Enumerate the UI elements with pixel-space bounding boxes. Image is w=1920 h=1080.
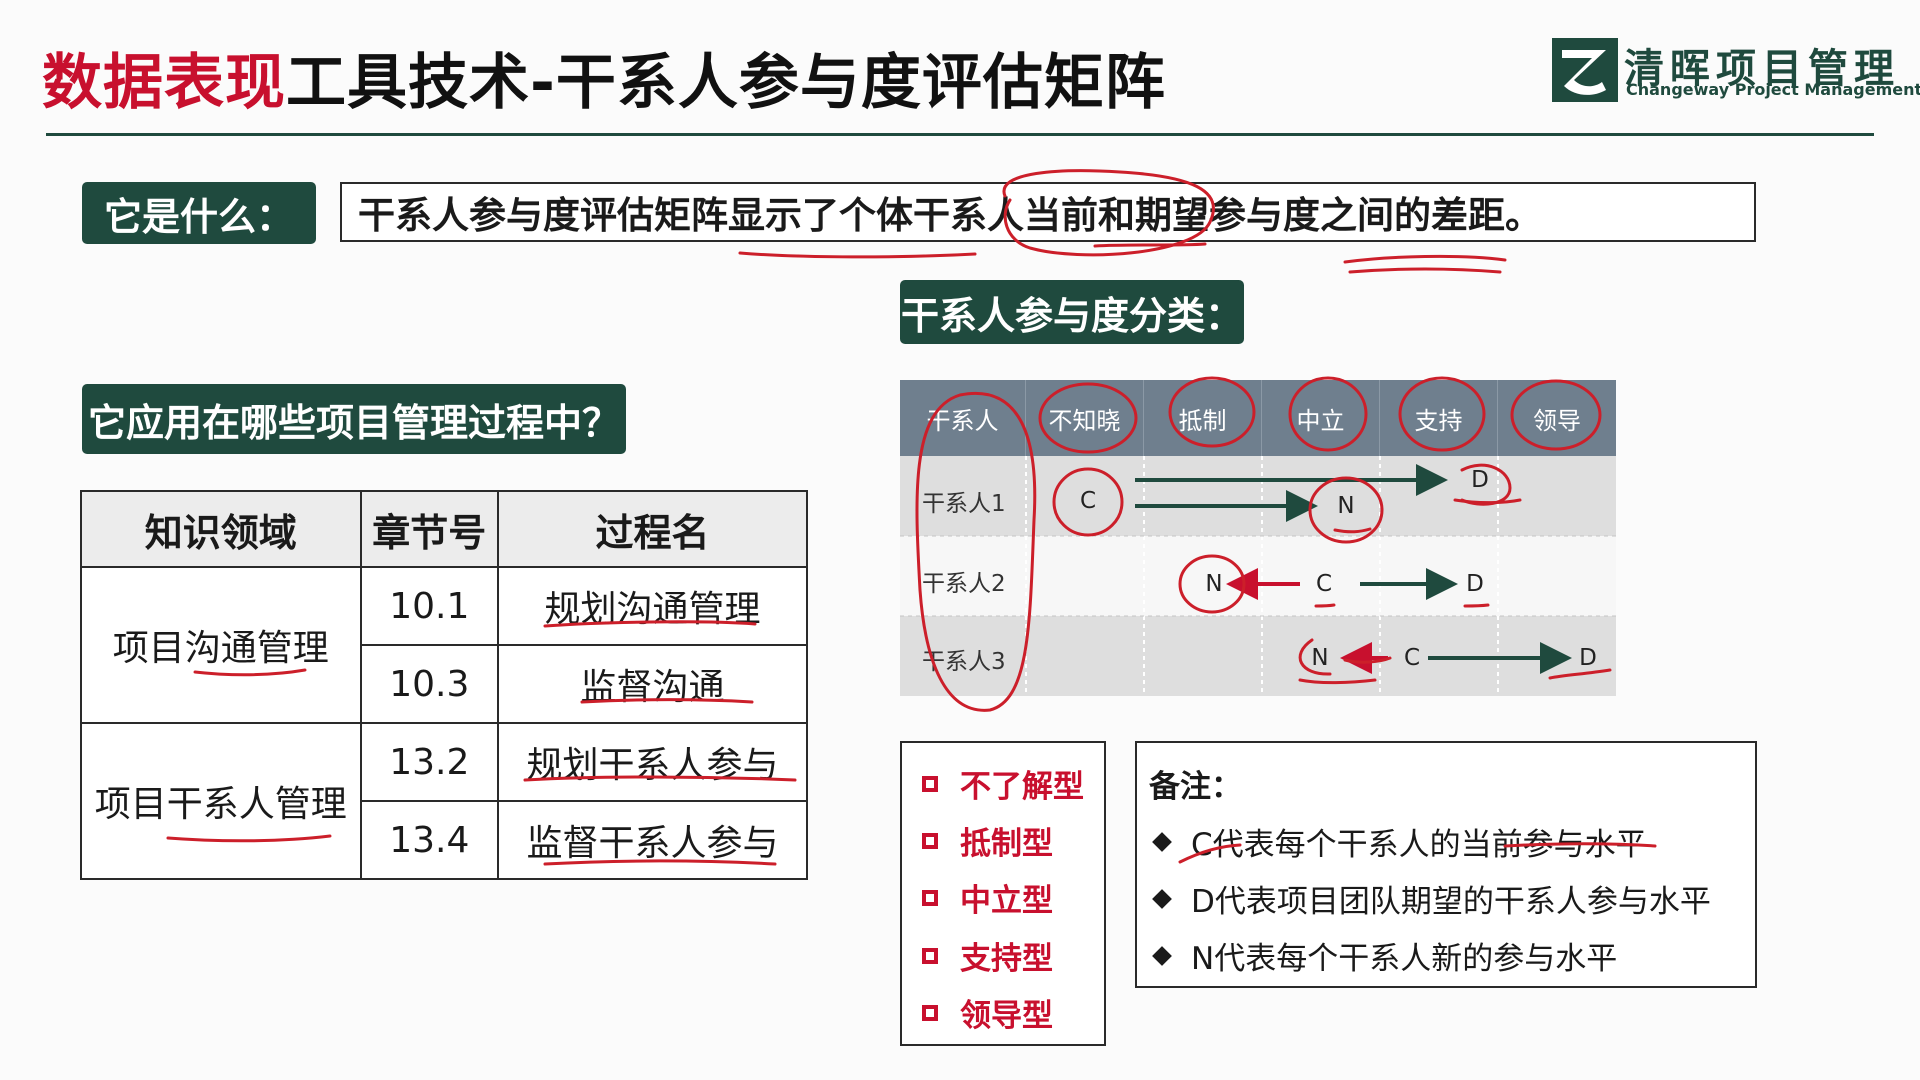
row1-desired-marker: D xyxy=(1471,467,1489,493)
diamond-bullet-icon xyxy=(1152,945,1172,966)
square-outline-icon xyxy=(922,889,938,906)
row1-current-marker: C xyxy=(1079,488,1097,514)
area-stakeholder: 项目干系人管理 xyxy=(80,722,362,880)
row3-new-marker: N xyxy=(1311,645,1329,671)
process-cell: 监督干系人参与 xyxy=(497,800,808,880)
table-row: 项目沟通管理 10.1 规划沟通管理 xyxy=(80,566,808,724)
square-outline-icon xyxy=(922,775,938,792)
header-process: 过程名 xyxy=(497,490,808,568)
square-outline-icon xyxy=(922,1004,938,1021)
square-outline-icon xyxy=(922,832,938,849)
table-header-row: 知识领域 章节号 过程名 xyxy=(80,490,808,568)
note-text: C代表每个干系人的当前参与水平 xyxy=(1191,827,1647,863)
process-table: 知识领域 章节号 过程名 项目沟通管理 10.1 规划沟通管理 10.3 监督沟… xyxy=(80,490,808,880)
notes-title: 备注： xyxy=(1149,769,1242,805)
engagement-matrix: 干系人 不知晓 抵制 中立 支持 领导 干系人1 干系人2 干系人3 C N D… xyxy=(900,380,1616,696)
type-label: 抵制型 xyxy=(960,826,1053,862)
note-text: N代表每个干系人新的参与水平 xyxy=(1191,941,1618,977)
what-label: 它是什么： xyxy=(82,182,316,244)
type-item: 抵制型 xyxy=(922,818,1053,863)
note-item: C代表每个干系人的当前参与水平 xyxy=(1151,819,1647,864)
type-label: 不了解型 xyxy=(960,769,1084,805)
type-item: 支持型 xyxy=(922,933,1053,978)
notes-box: 备注： C代表每个干系人的当前参与水平 D代表项目团队期望的干系人参与水平 N代… xyxy=(1135,741,1757,988)
apply-label: 它应用在哪些项目管理过程中？ xyxy=(82,384,626,454)
row2-desired-marker: D xyxy=(1466,571,1484,597)
type-label: 支持型 xyxy=(960,941,1053,977)
type-item: 不了解型 xyxy=(922,761,1084,806)
matrix-arrows xyxy=(1135,464,1572,674)
title-divider xyxy=(46,133,1874,136)
header-chapter: 章节号 xyxy=(359,490,500,568)
row3-desired-marker: D xyxy=(1579,645,1597,671)
square-outline-icon xyxy=(922,947,938,964)
row2-new-marker: N xyxy=(1205,571,1223,597)
row3-current-marker: C xyxy=(1403,645,1421,671)
chapter-cell: 10.1 xyxy=(359,566,500,646)
diamond-bullet-icon xyxy=(1152,831,1172,852)
process-cell: 规划沟通管理 xyxy=(497,566,808,646)
chapter-cell: 10.3 xyxy=(359,644,500,724)
type-item: 中立型 xyxy=(922,875,1053,920)
area-communication: 项目沟通管理 xyxy=(80,566,362,724)
chapter-cell: 13.2 xyxy=(359,722,500,802)
chapter-cell: 13.4 xyxy=(359,800,500,880)
process-cell: 监督沟通 xyxy=(497,644,808,724)
type-label: 中立型 xyxy=(960,883,1053,919)
category-label: 干系人参与度分类： xyxy=(900,280,1244,344)
row2-current-marker: C xyxy=(1315,571,1333,597)
type-item: 领导型 xyxy=(922,990,1053,1035)
header-area: 知识领域 xyxy=(80,490,362,568)
definition-box: 干系人参与度评估矩阵显示了个体干系人当前和期望参与度之间的差距。 xyxy=(340,182,1756,242)
note-text: D代表项目团队期望的干系人参与水平 xyxy=(1191,884,1711,920)
note-item: D代表项目团队期望的干系人参与水平 xyxy=(1151,876,1711,921)
engagement-types-box: 不了解型 抵制型 中立型 支持型 领导型 xyxy=(900,741,1106,1046)
logo-name-en: Changeway Project Management xyxy=(1626,80,1920,99)
process-cell: 规划干系人参与 xyxy=(497,722,808,802)
page-title: 数据表现工具技术-干系人参与度评估矩阵 xyxy=(42,34,1166,121)
definition-text: 干系人参与度评估矩阵显示了个体干系人当前和期望参与度之间的差距。 xyxy=(358,194,1542,237)
type-label: 领导型 xyxy=(960,998,1053,1034)
diamond-bullet-icon xyxy=(1152,888,1172,909)
table-row: 项目干系人管理 13.2 规划干系人参与 xyxy=(80,722,808,880)
row1-new-marker: N xyxy=(1337,493,1355,519)
title-highlight: 数据表现 xyxy=(42,48,286,118)
changeway-logo-icon xyxy=(1552,38,1618,102)
note-item: N代表每个干系人新的参与水平 xyxy=(1151,933,1617,978)
title-main: 工具技术-干系人参与度评估矩阵 xyxy=(286,48,1166,118)
